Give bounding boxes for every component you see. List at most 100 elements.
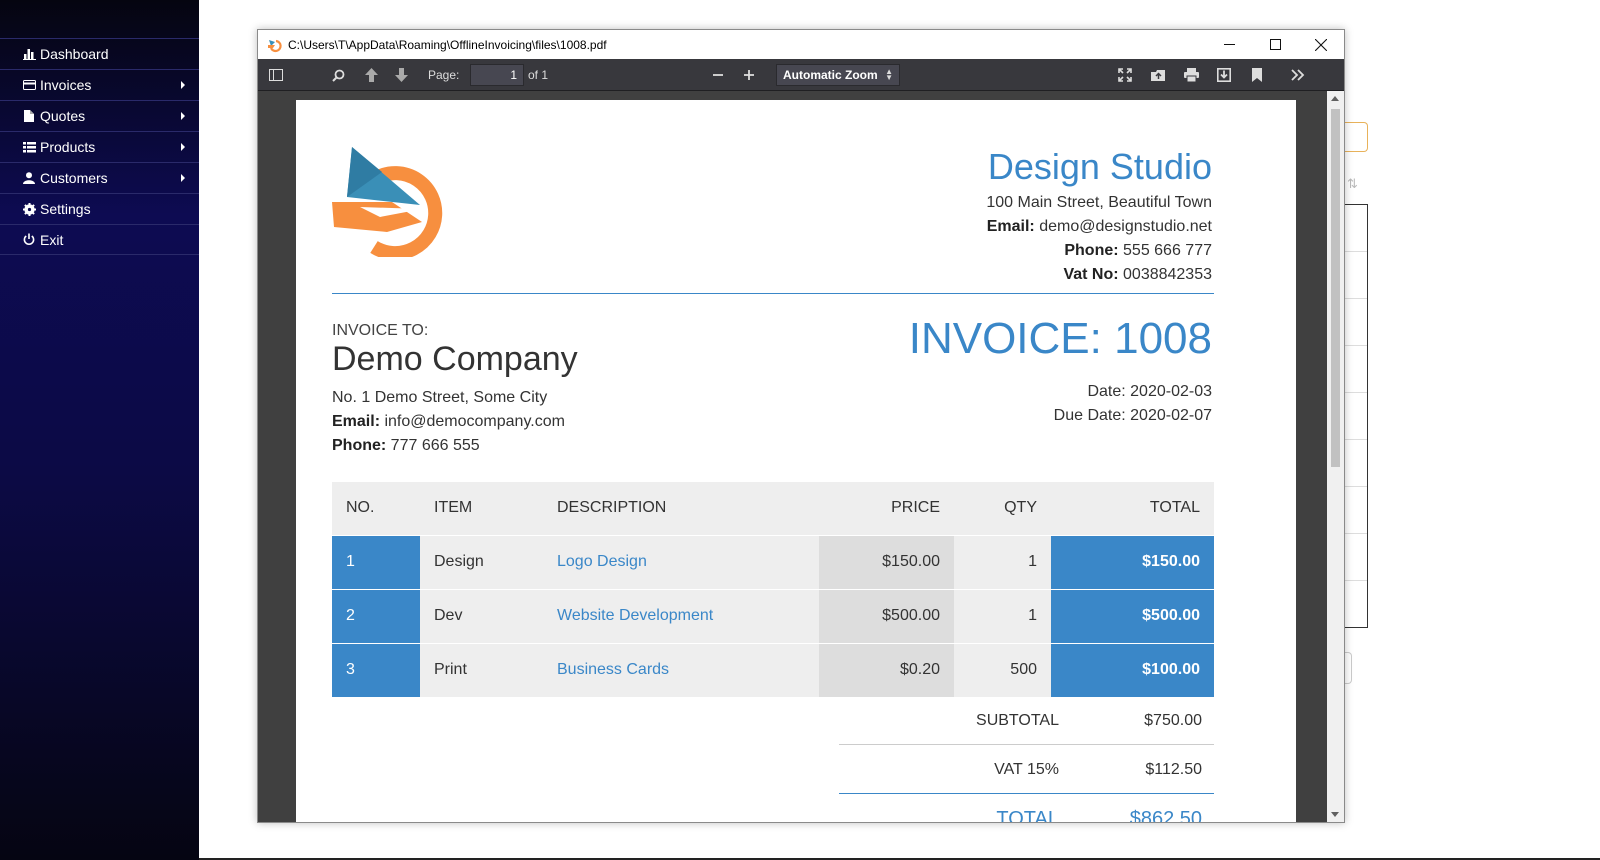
sidebar-item-invoices[interactable]: Invoices bbox=[0, 69, 199, 100]
sidebar-item-products[interactable]: Products bbox=[0, 131, 199, 162]
company-vat-line: Vat No: 0038842353 bbox=[986, 263, 1212, 287]
company-email: demo@designstudio.net bbox=[1039, 218, 1212, 235]
subtotal-label: SUBTOTAL bbox=[976, 711, 1059, 729]
zoom-in-icon[interactable] bbox=[739, 65, 759, 85]
select-arrows-icon: ▲ ▼ bbox=[885, 67, 893, 82]
print-icon[interactable] bbox=[1181, 65, 1201, 85]
previous-page-icon[interactable] bbox=[361, 65, 381, 85]
client-phone-line: Phone: 777 666 555 bbox=[332, 434, 565, 458]
minimize-button[interactable] bbox=[1206, 30, 1252, 59]
sidebar-item-label: Settings bbox=[40, 201, 91, 217]
download-icon[interactable] bbox=[1214, 65, 1234, 85]
credit-card-icon bbox=[22, 80, 36, 90]
caret-right-icon bbox=[181, 81, 185, 89]
cell-price: $500.00 bbox=[819, 589, 954, 644]
sidebar-item-label: Exit bbox=[40, 231, 64, 248]
sidebar: Dashboard Invoices Quotes Products Custo… bbox=[0, 0, 199, 860]
list-icon bbox=[22, 141, 36, 153]
open-file-icon[interactable] bbox=[1148, 65, 1168, 85]
table-row: 2 Dev Website Development $500.00 1 $500… bbox=[332, 589, 1214, 644]
vat-label: VAT 15% bbox=[994, 760, 1059, 778]
user-icon bbox=[22, 172, 36, 184]
bookmark-icon[interactable] bbox=[1247, 65, 1267, 85]
sidebar-item-label: Customers bbox=[40, 170, 108, 186]
subtotal-value: $750.00 bbox=[1144, 711, 1202, 729]
zoom-select[interactable]: Automatic Zoom ▲ ▼ bbox=[776, 64, 900, 86]
pdf-viewer-window: C:\Users\T\AppData\Roaming\OfflineInvoic… bbox=[257, 29, 1345, 823]
sidebar-toggle-icon[interactable] bbox=[266, 65, 286, 85]
cell-item: Dev bbox=[420, 589, 543, 644]
close-button[interactable] bbox=[1298, 30, 1344, 59]
phone-label: Phone: bbox=[1064, 242, 1119, 259]
client-details: No. 1 Demo Street, Some City Email: info… bbox=[332, 386, 565, 458]
cell-total: $150.00 bbox=[1051, 535, 1214, 590]
sidebar-item-customers[interactable]: Customers bbox=[0, 162, 199, 193]
cell-qty: 500 bbox=[954, 643, 1051, 698]
cell-qty: 1 bbox=[954, 535, 1051, 590]
zoom-out-icon[interactable] bbox=[708, 65, 728, 85]
file-icon bbox=[22, 110, 36, 122]
background-sort-icon: ⇅ bbox=[1347, 176, 1358, 191]
phone-label: Phone: bbox=[332, 437, 387, 454]
scroll-down-arrow-icon[interactable] bbox=[1331, 812, 1339, 817]
window-titlebar[interactable]: C:\Users\T\AppData\Roaming\OfflineInvoic… bbox=[258, 30, 1344, 59]
scrollbar-thumb[interactable] bbox=[1331, 109, 1340, 467]
column-header-qty: QTY bbox=[954, 482, 1051, 536]
zoom-select-value: Automatic Zoom bbox=[783, 68, 878, 82]
bar-chart-icon bbox=[22, 48, 36, 60]
sidebar-item-label: Invoices bbox=[40, 77, 92, 93]
company-email-line: Email: demo@designstudio.net bbox=[986, 215, 1212, 239]
total-value: $862.50 bbox=[1129, 807, 1202, 823]
company-phone: 555 666 777 bbox=[1123, 242, 1212, 259]
line-items-table: NO. ITEM DESCRIPTION PRICE QTY TOTAL 1 D… bbox=[332, 482, 1214, 698]
cell-total: $500.00 bbox=[1051, 589, 1214, 644]
sidebar-item-exit[interactable]: Exit bbox=[0, 224, 199, 255]
window-title: C:\Users\T\AppData\Roaming\OfflineInvoic… bbox=[288, 37, 607, 52]
pdf-toolbar: Page: of 1 Automatic Zoom ▲▼ bbox=[258, 59, 1344, 91]
column-header-no: NO. bbox=[332, 482, 420, 536]
page-count: of 1 bbox=[528, 68, 549, 82]
sidebar-header bbox=[0, 0, 199, 38]
company-phone-line: Phone: 555 666 777 bbox=[986, 239, 1212, 263]
cell-price: $0.20 bbox=[819, 643, 954, 698]
search-icon[interactable] bbox=[328, 65, 348, 85]
header-divider bbox=[332, 293, 1214, 294]
cell-description: Business Cards bbox=[543, 643, 819, 698]
presentation-mode-icon[interactable] bbox=[1115, 65, 1135, 85]
sidebar-item-settings[interactable]: Settings bbox=[0, 193, 199, 224]
column-header-price: PRICE bbox=[819, 482, 954, 536]
cell-total: $100.00 bbox=[1051, 643, 1214, 698]
scroll-up-arrow-icon[interactable] bbox=[1331, 96, 1339, 101]
sidebar-item-dashboard[interactable]: Dashboard bbox=[0, 38, 199, 69]
column-header-total: TOTAL bbox=[1051, 482, 1214, 536]
next-page-icon[interactable] bbox=[391, 65, 411, 85]
pdf-viewer-container[interactable]: Design Studio 100 Main Street, Beautiful… bbox=[258, 91, 1344, 822]
cell-price: $150.00 bbox=[819, 535, 954, 590]
client-phone: 777 666 555 bbox=[390, 437, 480, 454]
cell-item: Print bbox=[420, 643, 543, 698]
vat-label: Vat No: bbox=[1063, 266, 1119, 283]
table-header-row: NO. ITEM DESCRIPTION PRICE QTY TOTAL bbox=[332, 482, 1214, 536]
invoice-title: INVOICE: 1008 bbox=[908, 314, 1212, 363]
vertical-scrollbar[interactable] bbox=[1327, 91, 1344, 822]
gear-icon bbox=[22, 202, 36, 216]
table-row: 3 Print Business Cards $0.20 500 $100.00 bbox=[332, 643, 1214, 698]
cell-description: Logo Design bbox=[543, 535, 819, 590]
page-number-input[interactable] bbox=[470, 64, 524, 86]
column-header-description: DESCRIPTION bbox=[543, 482, 819, 536]
company-vat: 0038842353 bbox=[1123, 266, 1212, 283]
cell-no: 2 bbox=[332, 589, 420, 644]
page-label: Page: bbox=[428, 68, 460, 82]
email-label: Email: bbox=[986, 218, 1035, 235]
cell-item: Design bbox=[420, 535, 543, 590]
sidebar-item-quotes[interactable]: Quotes bbox=[0, 100, 199, 131]
subtotal-row: SUBTOTAL $750.00 bbox=[839, 697, 1214, 745]
company-logo-icon bbox=[332, 147, 443, 257]
invoice-dates: Date: 2020-02-03 Due Date: 2020-02-07 bbox=[1054, 380, 1212, 428]
maximize-button[interactable] bbox=[1252, 30, 1298, 59]
caret-right-icon bbox=[181, 112, 185, 120]
tools-chevron-icon[interactable] bbox=[1288, 65, 1308, 85]
sidebar-item-label: Dashboard bbox=[40, 46, 109, 62]
client-address: No. 1 Demo Street, Some City bbox=[332, 389, 548, 406]
column-header-item: ITEM bbox=[420, 482, 543, 536]
